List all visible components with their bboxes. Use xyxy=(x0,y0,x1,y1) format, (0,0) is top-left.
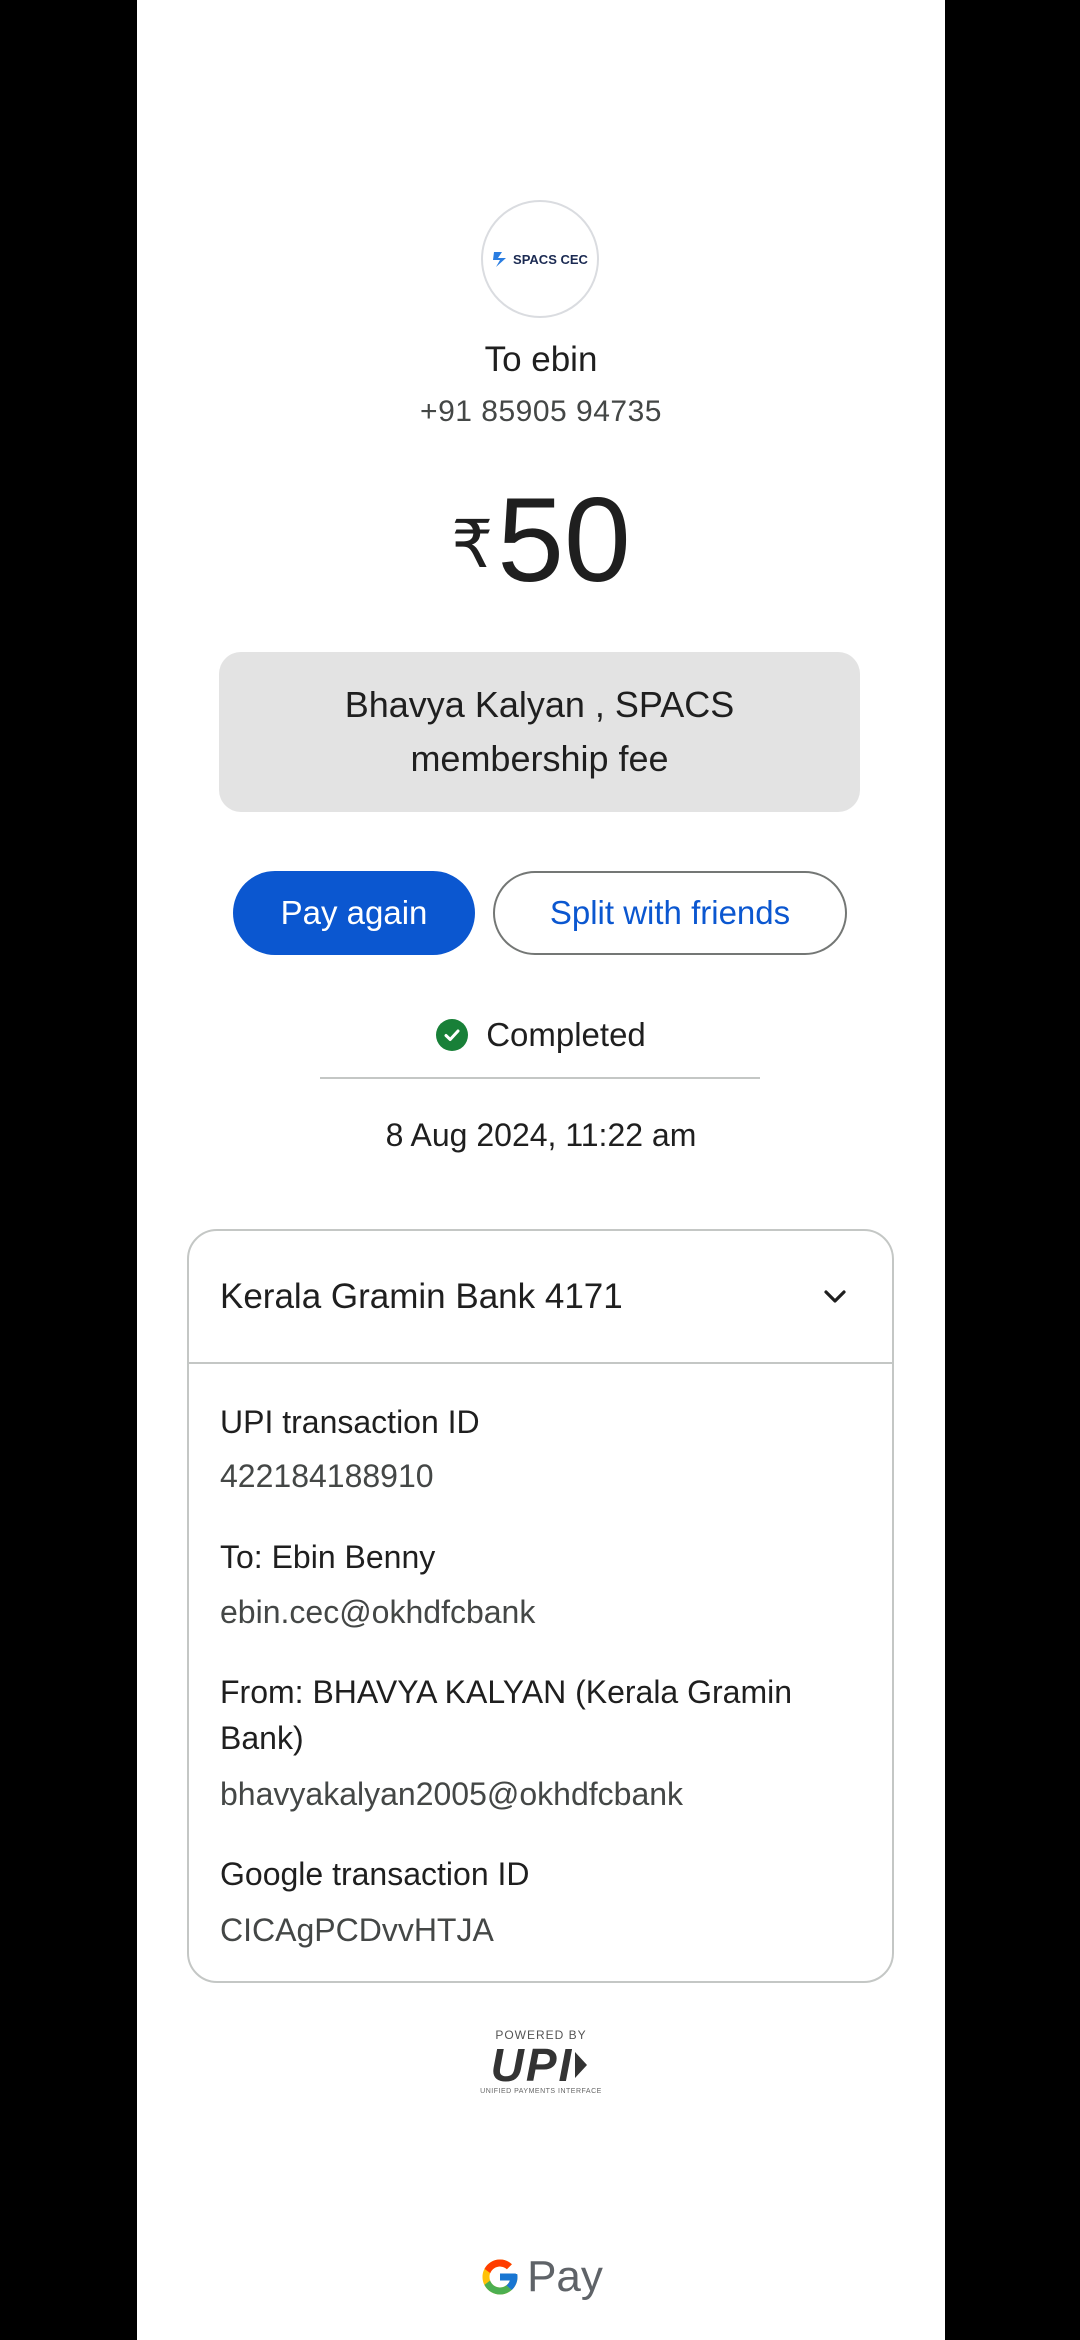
recipient-avatar: SPACS CEC xyxy=(481,200,599,318)
split-with-friends-button[interactable]: Split with friends xyxy=(493,871,847,955)
spacs-logo-icon xyxy=(493,252,507,267)
recipient-name: To ebin xyxy=(484,340,598,379)
upi-arrow-icon xyxy=(575,2052,588,2078)
google-transaction-id-label: Google transaction ID xyxy=(220,1856,530,1892)
upi-transaction-id-label: UPI transaction ID xyxy=(220,1404,480,1440)
google-transaction-id-value: CICAgPCDvvHTJA xyxy=(220,1912,494,1948)
pay-again-button[interactable]: Pay again xyxy=(233,871,475,955)
from-upi-id: bhavyakalyan2005@okhdfcbank xyxy=(220,1776,684,1812)
transaction-datetime: 8 Aug 2024, 11:22 am xyxy=(385,1117,697,1153)
amount-display: ₹ 50 xyxy=(137,480,945,600)
recipient-phone: +91 85905 94735 xyxy=(420,395,662,428)
upi-subtitle: UNIFIED PAYMENTS INTERFACE xyxy=(480,2088,602,2095)
upi-transaction-id-value: 422184188910 xyxy=(220,1458,434,1494)
to-upi-id: ebin.cec@okhdfcbank xyxy=(220,1594,536,1630)
check-circle-icon xyxy=(436,1019,469,1051)
upi-logo: POWERED BY UPI UNIFIED PAYMENTS INTERFAC… xyxy=(137,2028,945,2095)
status-divider xyxy=(320,1077,760,1079)
payment-note: Bhavya Kalyan , SPACS membership fee xyxy=(219,652,860,812)
bank-account-name: Kerala Gramin Bank 4171 xyxy=(220,1276,623,1316)
currency-symbol: ₹ xyxy=(451,506,494,583)
to-label: To: Ebin Benny xyxy=(220,1539,436,1575)
status-label: Completed xyxy=(486,1016,646,1053)
transaction-details-card: Kerala Gramin Bank 4171 UPI transaction … xyxy=(187,1229,894,1983)
status-row: Completed xyxy=(137,1016,945,1054)
chevron-down-icon[interactable] xyxy=(820,1287,850,1307)
upi-wordmark: UPI xyxy=(490,2039,574,2091)
avatar-logo-text: SPACS CEC xyxy=(513,251,588,267)
bank-account-header[interactable]: Kerala Gramin Bank 4171 xyxy=(189,1231,892,1364)
gpay-logo: Pay xyxy=(137,2252,945,2302)
google-g-icon xyxy=(482,2259,518,2295)
payment-note-text: Bhavya Kalyan , SPACS membership fee xyxy=(344,684,735,779)
transaction-screen: SPACS CEC To ebin +91 85905 94735 ₹ 50 B… xyxy=(137,0,945,2340)
from-label: From: BHAVYA KALYAN (Kerala Gramin Bank) xyxy=(220,1674,793,1756)
amount-value: 50 xyxy=(497,473,631,607)
gpay-wordmark: Pay xyxy=(527,2252,603,2301)
